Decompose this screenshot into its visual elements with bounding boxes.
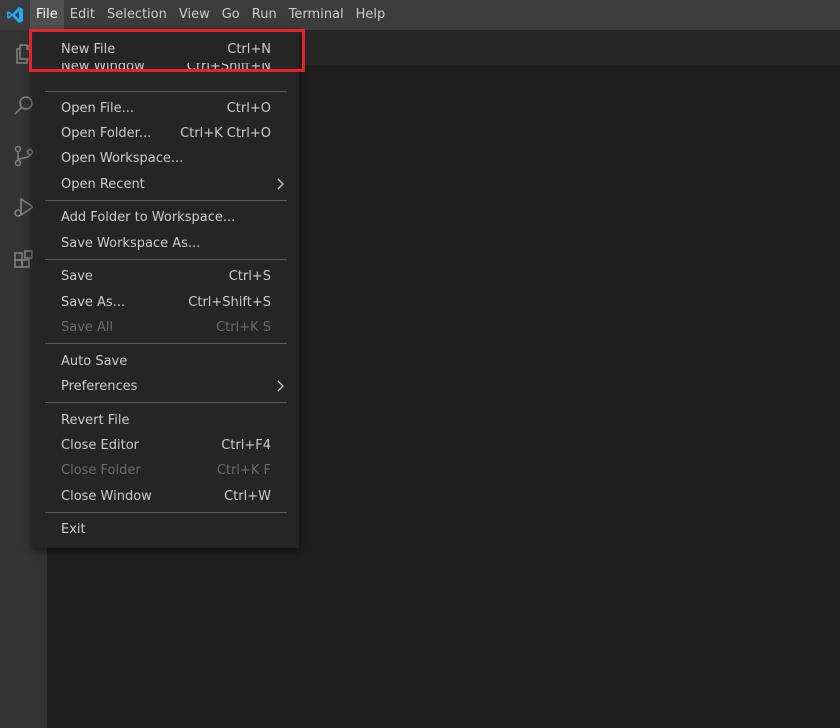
- menu-item-close-folder: Close Folder Ctrl+K F: [33, 459, 299, 481]
- menu-separator: [45, 259, 287, 260]
- menu-item-close-editor[interactable]: Close Editor Ctrl+F4: [33, 434, 299, 456]
- menu-item-new-file[interactable]: New File Ctrl+N: [33, 38, 299, 60]
- vscode-logo-icon: [0, 0, 30, 30]
- menu-item-save-as[interactable]: Save As... Ctrl+Shift+S: [33, 291, 299, 313]
- menu-item-label: Auto Save: [61, 353, 128, 369]
- menu-item-exit[interactable]: Exit: [33, 518, 299, 540]
- menu-bar: File Edit Selection View Go Run Terminal…: [30, 0, 391, 30]
- menu-item-close-window[interactable]: Close Window Ctrl+W: [33, 485, 299, 507]
- menu-item-label: Save As...: [61, 294, 126, 310]
- menu-item-label: Open Workspace...: [61, 150, 184, 166]
- menu-item-shortcut: Ctrl+K F: [216, 462, 271, 478]
- menu-run[interactable]: Run: [246, 0, 283, 30]
- menu-terminal[interactable]: Terminal: [283, 0, 350, 30]
- menu-item-save-workspace-as[interactable]: Save Workspace As...: [33, 232, 299, 254]
- menu-item-label: Open Recent: [61, 176, 145, 192]
- menu-item-shortcut: Ctrl+W: [224, 488, 271, 504]
- menu-file[interactable]: File: [30, 0, 64, 30]
- menu-item-shortcut: Ctrl+N: [227, 41, 271, 57]
- menu-item-label: New File: [61, 41, 116, 57]
- menu-item-shortcut: Ctrl+K Ctrl+O: [180, 125, 271, 141]
- menu-item-label: Close Editor: [61, 437, 140, 453]
- menu-item-open-recent[interactable]: Open Recent: [33, 173, 299, 195]
- menu-edit[interactable]: Edit: [64, 0, 101, 30]
- menu-item-shortcut: Ctrl+Shift+N: [186, 63, 271, 74]
- chevron-right-icon: [275, 178, 285, 194]
- menu-separator: [45, 343, 287, 344]
- menu-item-auto-save[interactable]: Auto Save: [33, 350, 299, 372]
- menu-item-preferences[interactable]: Preferences: [33, 375, 299, 397]
- menu-item-label: Open File...: [61, 100, 135, 116]
- menu-item-open-workspace[interactable]: Open Workspace...: [33, 147, 299, 169]
- menu-item-add-folder-to-workspace[interactable]: Add Folder to Workspace...: [33, 206, 299, 228]
- menu-item-label: Revert File: [61, 412, 130, 428]
- menu-item-open-folder[interactable]: Open Folder... Ctrl+K Ctrl+O: [33, 122, 299, 144]
- file-menu-dropdown: New File Ctrl+N New Window Ctrl+Shift+N …: [33, 30, 299, 548]
- menu-item-label: Save: [61, 268, 93, 284]
- menu-separator: [45, 200, 287, 201]
- menu-separator: [45, 91, 287, 92]
- menu-item-save-all: Save All Ctrl+K S: [33, 316, 299, 338]
- menu-item-label: Exit: [61, 521, 86, 537]
- menu-item-shortcut: Ctrl+S: [228, 268, 271, 284]
- menu-item-label: Save All: [61, 319, 114, 335]
- menu-item-shortcut: Ctrl+K S: [216, 319, 271, 335]
- title-bar: File Edit Selection View Go Run Terminal…: [0, 0, 840, 30]
- menu-item-label: Preferences: [61, 378, 138, 394]
- menu-item-label: Close Window: [61, 488, 152, 504]
- menu-item-save[interactable]: Save Ctrl+S: [33, 265, 299, 287]
- menu-item-shortcut: Ctrl+F4: [221, 437, 271, 453]
- menu-separator: [45, 512, 287, 513]
- menu-item-open-file[interactable]: Open File... Ctrl+O: [33, 97, 299, 119]
- menu-item-shortcut: Ctrl+Shift+S: [188, 294, 271, 310]
- chevron-right-icon: [275, 380, 285, 396]
- menu-item-label: Add Folder to Workspace...: [61, 209, 236, 225]
- menu-item-new-window[interactable]: New Window Ctrl+Shift+N: [33, 63, 299, 77]
- menu-item-label: New Window: [61, 63, 145, 74]
- menu-view[interactable]: View: [173, 0, 216, 30]
- menu-item-label: Open Folder...: [61, 125, 152, 141]
- menu-selection[interactable]: Selection: [101, 0, 173, 30]
- menu-item-label: Save Workspace As...: [61, 235, 201, 251]
- menu-help[interactable]: Help: [350, 0, 392, 30]
- menu-item-shortcut: Ctrl+O: [226, 100, 271, 116]
- menu-go[interactable]: Go: [216, 0, 246, 30]
- menu-item-revert-file[interactable]: Revert File: [33, 409, 299, 431]
- menu-item-label: Close Folder: [61, 462, 141, 478]
- menu-separator: [45, 402, 287, 403]
